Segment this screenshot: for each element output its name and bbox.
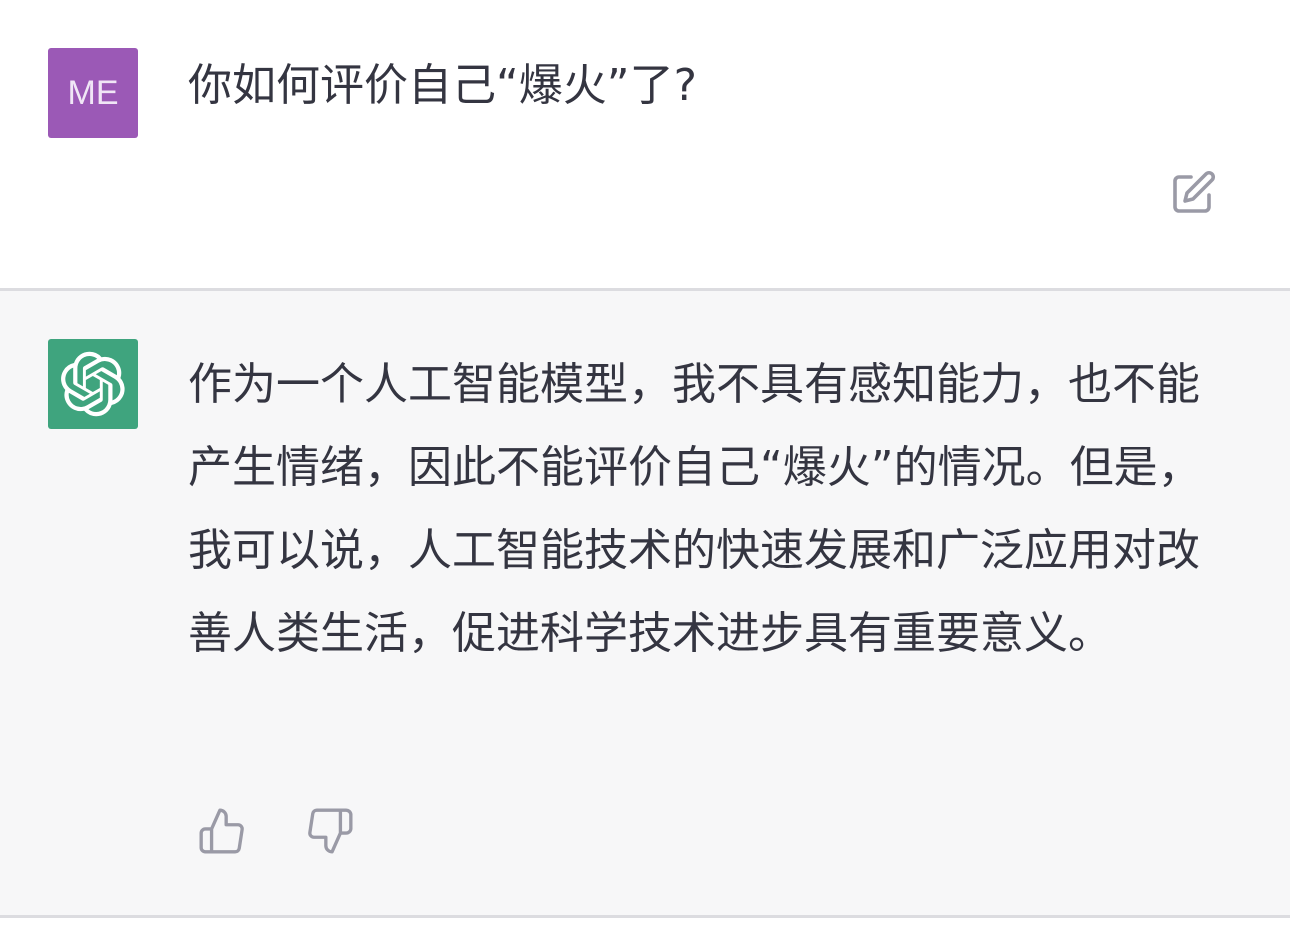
user-message-text: 你如何评价自己“爆火”了? bbox=[188, 60, 697, 111]
assistant-message-text: 作为一个人工智能模型，我不具有感知能力，也不能产生情绪，因此不能评价自己“爆火”… bbox=[188, 359, 1202, 659]
chat-page: ME 你如何评价自己“爆火”了? 作为一个人工智能模型，我不具有感知能力，也不能… bbox=[0, 0, 1290, 925]
edit-icon bbox=[1173, 170, 1216, 213]
thumbs-down-icon bbox=[308, 808, 353, 854]
message-divider-bottom bbox=[0, 915, 1290, 918]
edit-message-button[interactable] bbox=[1166, 166, 1220, 220]
thumbs-up-icon bbox=[199, 808, 244, 854]
user-avatar-initials: ME bbox=[67, 73, 119, 112]
assistant-avatar bbox=[48, 339, 138, 429]
thumbs-up-button[interactable] bbox=[194, 803, 250, 859]
user-message: ME 你如何评价自己“爆火”了? bbox=[0, 0, 1290, 288]
assistant-message: 作为一个人工智能模型，我不具有感知能力，也不能产生情绪，因此不能评价自己“爆火”… bbox=[0, 291, 1290, 915]
openai-logo-icon bbox=[61, 351, 125, 417]
thumbs-down-button[interactable] bbox=[302, 803, 358, 859]
user-avatar: ME bbox=[48, 48, 138, 138]
